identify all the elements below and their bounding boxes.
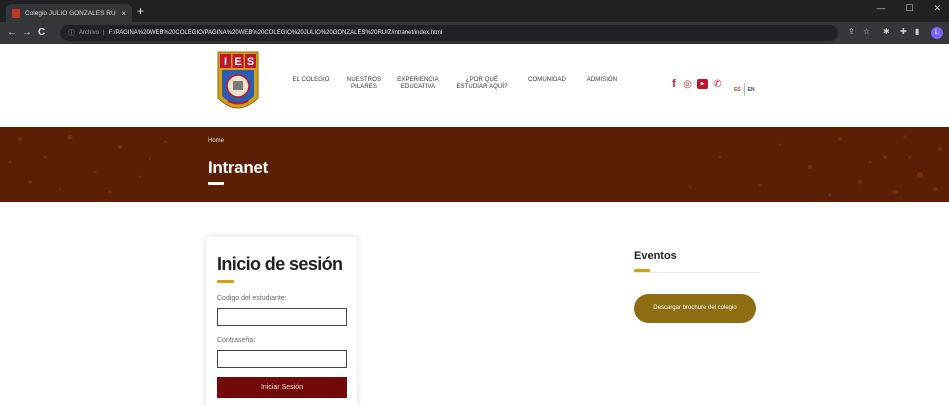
extension-icon[interactable]: ✱ bbox=[883, 27, 890, 36]
main-navigation: EL COLEGIO NUESTROS PILARES EXPERIENCIA … bbox=[288, 77, 622, 91]
password-label: Contraseña: bbox=[217, 337, 256, 344]
window-controls: — ☐ ✕ bbox=[876, 3, 941, 14]
browser-toolbar: ← → C ⓘ Archivo | F:/PAGINA%20WEB%20COLE… bbox=[0, 22, 949, 44]
logo-letter-i: I bbox=[224, 56, 227, 68]
login-button[interactable]: Iniciar Sesión bbox=[217, 377, 347, 398]
language-switcher: ES EN bbox=[734, 83, 755, 96]
facebook-icon[interactable]: f bbox=[670, 78, 678, 90]
info-icon[interactable]: ⓘ bbox=[68, 28, 75, 38]
share-icon[interactable]: ⇪ bbox=[848, 27, 855, 36]
maximize-button[interactable]: ☐ bbox=[905, 3, 913, 14]
nav-spacer-2 bbox=[382, 77, 396, 91]
nav-nuestros-pilares[interactable]: NUESTROS PILARES bbox=[346, 77, 382, 91]
nav-por-que-estudiar-aqui[interactable]: ¿POR QUÉ ESTUDIAR AQUÍ? bbox=[454, 77, 510, 91]
password-input[interactable] bbox=[217, 350, 347, 368]
login-title-underline bbox=[217, 280, 234, 283]
nav-spacer-4 bbox=[510, 77, 522, 91]
address-bar[interactable]: ⓘ Archivo | F:/PAGINA%20WEB%20COLEGIO/PA… bbox=[60, 25, 838, 41]
lang-en-flag[interactable]: EN bbox=[748, 87, 755, 93]
favicon-icon bbox=[12, 8, 20, 18]
social-links: f ◎ ▶ ✆ bbox=[670, 78, 723, 90]
login-title: Inicio de sesión bbox=[217, 254, 343, 274]
title-underline bbox=[208, 182, 224, 185]
instagram-icon[interactable]: ◎ bbox=[682, 79, 693, 90]
minimize-button[interactable]: — bbox=[876, 3, 885, 14]
address-url: F:/PAGINA%20WEB%20COLEGIO/PAGINA%20WEB%2… bbox=[108, 30, 443, 36]
student-code-label: Codigo del estudiante: bbox=[217, 295, 287, 302]
banner-dot-pattern bbox=[8, 134, 942, 197]
browser-tab-bar: Colegio JULIO GONZALES RUIZ × + — ☐ ✕ bbox=[0, 0, 949, 22]
page-banner: Home Intranet bbox=[0, 127, 949, 202]
student-code-input[interactable] bbox=[217, 308, 347, 326]
forward-button[interactable]: → bbox=[22, 27, 32, 39]
events-divider bbox=[634, 272, 760, 273]
nav-spacer-5 bbox=[572, 77, 582, 91]
browser-tab[interactable]: Colegio JULIO GONZALES RUIZ × bbox=[6, 4, 132, 22]
close-window-button[interactable]: ✕ bbox=[933, 3, 941, 14]
sidepanel-icon[interactable]: ▮ bbox=[915, 27, 919, 36]
logo-letter-s: S bbox=[247, 56, 254, 68]
download-brochure-button[interactable]: Descargar brochure del colegio bbox=[634, 294, 756, 323]
new-tab-button[interactable]: + bbox=[137, 4, 144, 18]
puzzle-icon[interactable]: ✚ bbox=[900, 27, 907, 36]
bookmark-star-icon[interactable]: ☆ bbox=[863, 27, 870, 36]
nav-admision[interactable]: ADMISIÓN bbox=[582, 77, 622, 91]
nav-spacer-1 bbox=[334, 77, 346, 91]
site-header: I E S EL COLEGIO NUESTROS PILARES EXPERI… bbox=[0, 44, 949, 127]
lang-es-flag[interactable]: ES bbox=[734, 87, 741, 93]
youtube-icon[interactable]: ▶ bbox=[697, 79, 708, 89]
nav-comunidad[interactable]: COMUNIDAD bbox=[522, 77, 572, 91]
tab-title: Colegio JULIO GONZALES RUIZ bbox=[25, 9, 117, 17]
back-button[interactable]: ← bbox=[7, 27, 17, 39]
close-tab-icon[interactable]: × bbox=[121, 9, 126, 18]
nav-experiencia-educativa[interactable]: EXPERIENCIA EDUCATIVA bbox=[396, 77, 440, 91]
profile-avatar[interactable]: L bbox=[931, 27, 943, 39]
reload-button[interactable]: C bbox=[38, 27, 45, 39]
logo-letter-e: E bbox=[234, 56, 241, 68]
address-scheme: Archivo bbox=[79, 30, 100, 36]
school-logo[interactable]: I E S bbox=[214, 48, 262, 118]
nav-el-colegio[interactable]: EL COLEGIO bbox=[288, 77, 334, 91]
page-title: Intranet bbox=[208, 158, 268, 177]
address-separator: | bbox=[103, 30, 105, 36]
whatsapp-icon[interactable]: ✆ bbox=[712, 79, 723, 90]
breadcrumb-home[interactable]: Home bbox=[208, 138, 224, 144]
lang-divider bbox=[743, 83, 745, 96]
nav-spacer-3 bbox=[440, 77, 454, 91]
login-card: Inicio de sesión Codigo del estudiante: … bbox=[206, 237, 357, 406]
events-title: Eventos bbox=[634, 250, 677, 262]
